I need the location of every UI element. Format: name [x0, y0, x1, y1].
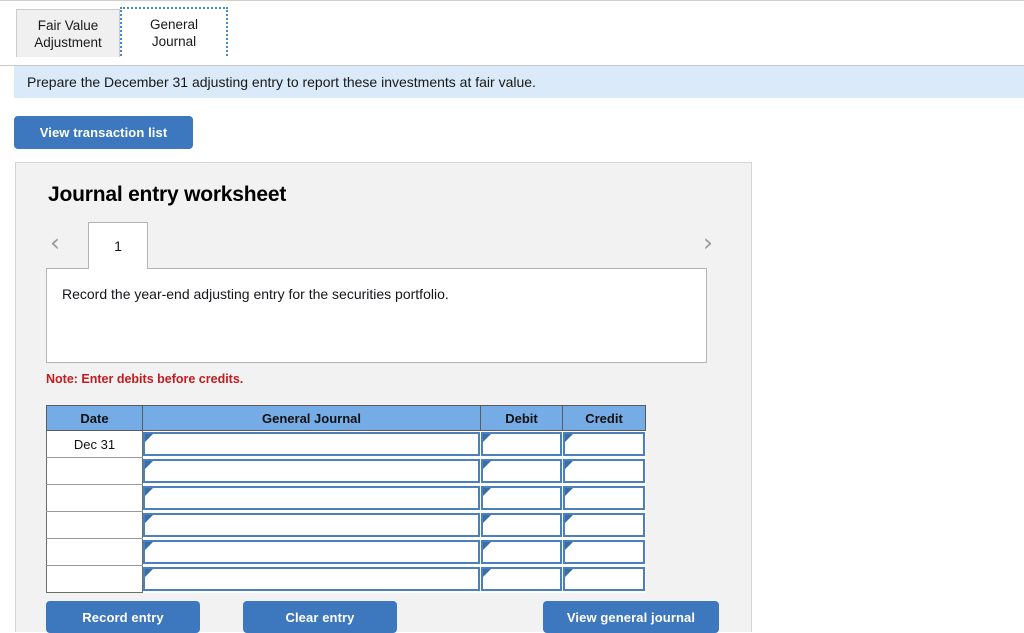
entry-description-box: Record the year-end adjusting entry for …: [46, 268, 707, 363]
tab-fair-value-adjustment-line1: Fair Value: [34, 17, 102, 34]
date-cell[interactable]: [47, 485, 143, 512]
credit-cell[interactable]: [563, 458, 646, 485]
view-general-journal-button[interactable]: View general journal: [543, 601, 719, 633]
credit-input[interactable]: [563, 513, 645, 537]
general-journal-input[interactable]: [143, 486, 480, 510]
credit-input[interactable]: [563, 459, 645, 483]
general-journal-cell[interactable]: [143, 458, 481, 485]
debit-cell[interactable]: [481, 431, 563, 458]
credit-cell[interactable]: [563, 566, 646, 593]
general-journal-cell[interactable]: [143, 566, 481, 593]
date-cell[interactable]: Dec 31: [47, 431, 143, 458]
table-row: Dec 31: [47, 431, 646, 458]
journal-entry-table: Date General Journal Debit Credit Dec 31: [46, 405, 646, 593]
credit-cell[interactable]: [563, 485, 646, 512]
view-transaction-list-button[interactable]: View transaction list: [14, 116, 193, 149]
credit-input[interactable]: [563, 567, 645, 591]
debits-before-credits-note: Note: Enter debits before credits.: [46, 372, 243, 386]
column-header-general-journal: General Journal: [143, 406, 481, 431]
table-row: [47, 458, 646, 485]
credit-input[interactable]: [563, 486, 645, 510]
general-journal-cell[interactable]: [143, 512, 481, 539]
general-journal-cell[interactable]: [143, 539, 481, 566]
debit-input[interactable]: [481, 513, 562, 537]
tab-general-journal[interactable]: General Journal: [120, 7, 228, 59]
general-journal-input[interactable]: [143, 567, 480, 591]
general-journal-input[interactable]: [143, 540, 480, 564]
date-cell[interactable]: [47, 539, 143, 566]
credit-cell[interactable]: [563, 431, 646, 458]
tab-fair-value-adjustment[interactable]: Fair Value Adjustment: [16, 9, 120, 57]
table-row: [47, 539, 646, 566]
debit-input[interactable]: [481, 540, 562, 564]
record-entry-button[interactable]: Record entry: [46, 601, 200, 633]
debit-input[interactable]: [481, 486, 562, 510]
debit-input[interactable]: [481, 459, 562, 483]
instruction-banner: Prepare the December 31 adjusting entry …: [14, 66, 1024, 98]
credit-input[interactable]: [563, 432, 645, 456]
credit-input[interactable]: [563, 540, 645, 564]
table-row: [47, 485, 646, 512]
table-header-row: Date General Journal Debit Credit: [47, 406, 646, 431]
debit-cell[interactable]: [481, 566, 563, 593]
credit-cell[interactable]: [563, 539, 646, 566]
tab-general-journal-line2: Journal: [150, 33, 198, 50]
chevron-left-icon[interactable]: ‹: [44, 228, 66, 258]
debit-cell[interactable]: [481, 539, 563, 566]
general-journal-cell[interactable]: [143, 485, 481, 512]
date-cell[interactable]: [47, 566, 143, 593]
clear-entry-button[interactable]: Clear entry: [243, 601, 397, 633]
debit-input[interactable]: [481, 567, 562, 591]
general-journal-input[interactable]: [143, 459, 480, 483]
tab-fair-value-adjustment-line2: Adjustment: [34, 34, 102, 51]
credit-cell[interactable]: [563, 512, 646, 539]
column-header-credit: Credit: [563, 406, 646, 431]
entry-description-text: Record the year-end adjusting entry for …: [62, 286, 449, 302]
date-cell[interactable]: [47, 512, 143, 539]
column-header-debit: Debit: [481, 406, 563, 431]
debit-cell[interactable]: [481, 512, 563, 539]
table-row: [47, 512, 646, 539]
column-header-date: Date: [47, 406, 143, 431]
table-row: [47, 566, 646, 593]
instruction-text: Prepare the December 31 adjusting entry …: [27, 74, 536, 90]
tab-general-journal-line1: General: [150, 16, 198, 33]
debit-cell[interactable]: [481, 458, 563, 485]
chevron-right-icon[interactable]: ›: [697, 228, 719, 258]
date-cell[interactable]: [47, 458, 143, 485]
debit-input[interactable]: [481, 432, 562, 456]
general-journal-cell[interactable]: [143, 431, 481, 458]
general-journal-input[interactable]: [143, 513, 480, 537]
worksheet-page-tab-1[interactable]: 1: [88, 222, 148, 269]
page-title: Journal entry worksheet: [48, 183, 286, 207]
general-journal-input[interactable]: [143, 432, 480, 456]
tab-strip: Fair Value Adjustment General Journal: [0, 0, 1024, 67]
debit-cell[interactable]: [481, 485, 563, 512]
